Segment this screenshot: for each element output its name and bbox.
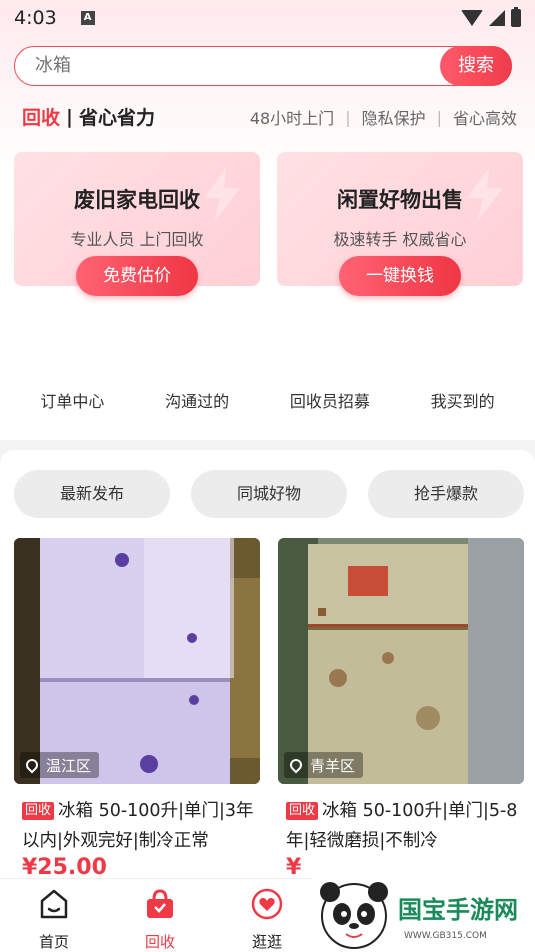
- slogan-separator: |: [66, 105, 73, 128]
- quick-nav: 订单中心 沟通过的 回收员招募 我买到的: [0, 388, 535, 412]
- location-tag: 青羊区: [284, 752, 364, 778]
- feature-item: 隐私保护: [361, 109, 426, 128]
- cash-out-button[interactable]: 一键换钱: [339, 256, 461, 296]
- card-subtitle: 专业人员 上门回收: [70, 230, 204, 249]
- home-icon: [40, 889, 68, 919]
- watermark-logo: 国宝手游网 WWW.GB315.COM: [312, 874, 535, 952]
- nav-label: 首页: [38, 933, 69, 951]
- product-card[interactable]: 青羊区 回收 冰箱 50-100升|单门|5-8年|轻微磨损|不制冷: [278, 538, 524, 856]
- product-title-text: 冰箱 50-100升|单门|3年以内|外观完好|制冷正常: [22, 801, 254, 851]
- card-idle-sale[interactable]: 闲置好物出售 极速转手 权威省心 一键换钱: [277, 152, 523, 296]
- location-text: 青羊区: [310, 756, 356, 775]
- filter-tabs: 最新发布 同城好物 抢手爆款: [14, 470, 524, 518]
- status-time: 4:03: [14, 7, 57, 29]
- nav-label: 回收: [144, 933, 175, 951]
- slogan-text: 省心省力: [78, 107, 155, 129]
- location-text: 温江区: [46, 756, 92, 775]
- nav-browse[interactable]: 逛逛: [227, 887, 307, 952]
- location-pin-icon: [23, 756, 41, 774]
- fridge-photo: [14, 538, 260, 784]
- nav-label: 逛逛: [251, 933, 282, 951]
- slogan: 回收 | 省心省力: [22, 103, 155, 130]
- product-price: ¥: [286, 855, 302, 880]
- product-title: 回收 冰箱 50-100升|单门|5-8年|轻微磨损|不制冷: [278, 796, 524, 856]
- recycle-badge: 回收: [22, 802, 55, 820]
- card-title: 闲置好物出售: [337, 188, 463, 212]
- card-title: 废旧家电回收: [74, 188, 200, 212]
- quick-nav-chats[interactable]: 沟通过的: [165, 388, 229, 412]
- feature-item: 省心高效: [452, 109, 517, 128]
- product-price: ¥25.00: [22, 855, 107, 880]
- status-bar: 4:03 A: [0, 0, 535, 36]
- status-indicators: [461, 7, 521, 27]
- quick-nav-recruit[interactable]: 回收员招募: [290, 388, 370, 412]
- nav-home[interactable]: 首页: [14, 887, 94, 952]
- product-title: 回收 冰箱 50-100升|单门|3年以内|外观完好|制冷正常: [14, 796, 260, 856]
- feature-list: 48小时上门 | 隐私保护 | 省心高效: [250, 105, 517, 129]
- search-bar: 搜索: [14, 46, 512, 86]
- search-input[interactable]: [35, 47, 425, 84]
- feature-divider: |: [345, 107, 351, 127]
- nav-recycle[interactable]: 回收: [120, 887, 200, 952]
- watermark-url: WWW.GB315.COM: [404, 931, 487, 941]
- gift-bag-icon: [147, 889, 173, 918]
- slogan-highlight: 回收: [22, 107, 61, 129]
- card-appliance-recycle[interactable]: 废旧家电回收 专业人员 上门回收 免费估价: [14, 152, 260, 296]
- notification-icon: A: [80, 11, 95, 25]
- product-image[interactable]: 温江区: [14, 538, 260, 784]
- signal-icon: [489, 10, 505, 26]
- card-subtitle: 极速转手 权威省心: [333, 230, 467, 249]
- heart-icon: [251, 888, 283, 920]
- product-title-text: 冰箱 50-100升|单门|5-8年|轻微磨损|不制冷: [286, 801, 518, 851]
- free-estimate-button[interactable]: 免费估价: [76, 256, 198, 296]
- quick-nav-purchases[interactable]: 我买到的: [431, 388, 495, 412]
- tab-hot[interactable]: 抢手爆款: [368, 470, 524, 518]
- fridge-photo: [278, 538, 524, 784]
- feature-divider: |: [436, 107, 442, 127]
- tab-latest[interactable]: 最新发布: [14, 470, 170, 518]
- battery-icon: [511, 7, 521, 27]
- recycle-badge: 回收: [286, 802, 319, 820]
- wifi-icon: [461, 10, 483, 26]
- product-card[interactable]: 温江区 回收 冰箱 50-100升|单门|3年以内|外观完好|制冷正常: [14, 538, 260, 856]
- tab-local[interactable]: 同城好物: [191, 470, 347, 518]
- location-pin-icon: [287, 756, 305, 774]
- location-tag: 温江区: [20, 752, 100, 778]
- watermark-text: 国宝手游网: [398, 896, 518, 924]
- quick-nav-orders[interactable]: 订单中心: [40, 388, 104, 412]
- product-image[interactable]: 青羊区: [278, 538, 524, 784]
- feature-item: 48小时上门: [249, 109, 335, 128]
- search-button[interactable]: 搜索: [440, 46, 512, 86]
